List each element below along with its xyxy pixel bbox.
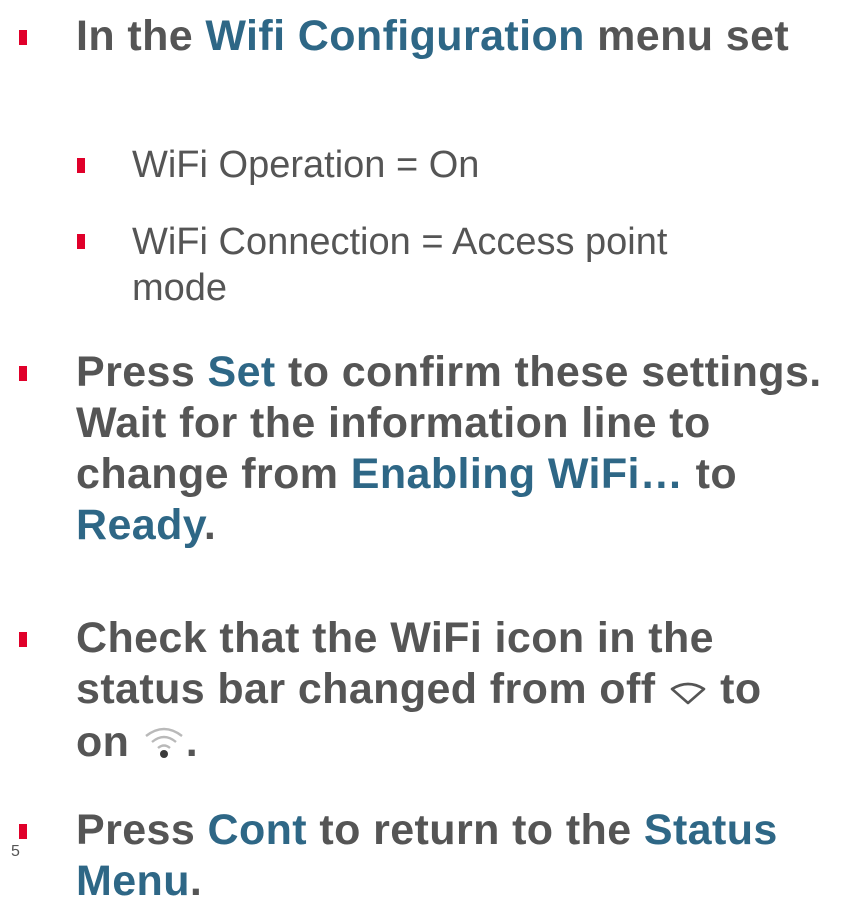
- bullet-marker: [19, 632, 27, 647]
- bullet-1-text-b: menu set: [584, 12, 790, 60]
- sub-bullet-1-text: WiFi Operation = On: [132, 144, 480, 186]
- bullet-2-text-d: .: [203, 501, 217, 549]
- bullet-marker: [19, 824, 27, 839]
- bullet-4-text-c: .: [189, 857, 203, 904]
- bullet-1-text-a: In the: [76, 12, 206, 60]
- bullet-marker: [77, 234, 85, 249]
- bullet-4-text: Press Cont to return to the Status Menu.: [76, 805, 846, 904]
- bullet-marker: [77, 158, 85, 173]
- bullet-3-text: Check that the WiFi icon in the status b…: [76, 613, 806, 770]
- bullet-2-text-a: Press: [76, 348, 208, 396]
- cont-label: Cont: [207, 806, 308, 854]
- wifi-configuration-label: Wifi Configuration: [205, 12, 585, 60]
- wifi-on-icon: [142, 719, 186, 770]
- bullet-marker: [19, 30, 27, 45]
- page-number: 5: [11, 843, 20, 860]
- bullet-1-text: In the Wifi Configuration menu set: [76, 11, 796, 62]
- bullet-4-text-b: to return to the: [307, 806, 644, 854]
- enabling-wifi-label: Enabling WiFi…: [350, 450, 684, 498]
- set-label: Set: [207, 348, 276, 396]
- bullet-3-text-a: Check that the WiFi icon in the status b…: [76, 614, 714, 713]
- sub-bullet-2-text: WiFi Connection = Access point mode: [132, 221, 668, 309]
- bullet-2-text-c: to: [683, 450, 737, 498]
- wifi-off-icon: [668, 666, 708, 717]
- bullet-3-text-c: .: [185, 718, 199, 767]
- bullet-marker: [19, 366, 27, 381]
- bullet-2-text: Press Set to confirm these settings. Wai…: [76, 347, 846, 551]
- ready-label: Ready: [76, 501, 204, 549]
- bullet-4-text-a: Press: [76, 806, 208, 854]
